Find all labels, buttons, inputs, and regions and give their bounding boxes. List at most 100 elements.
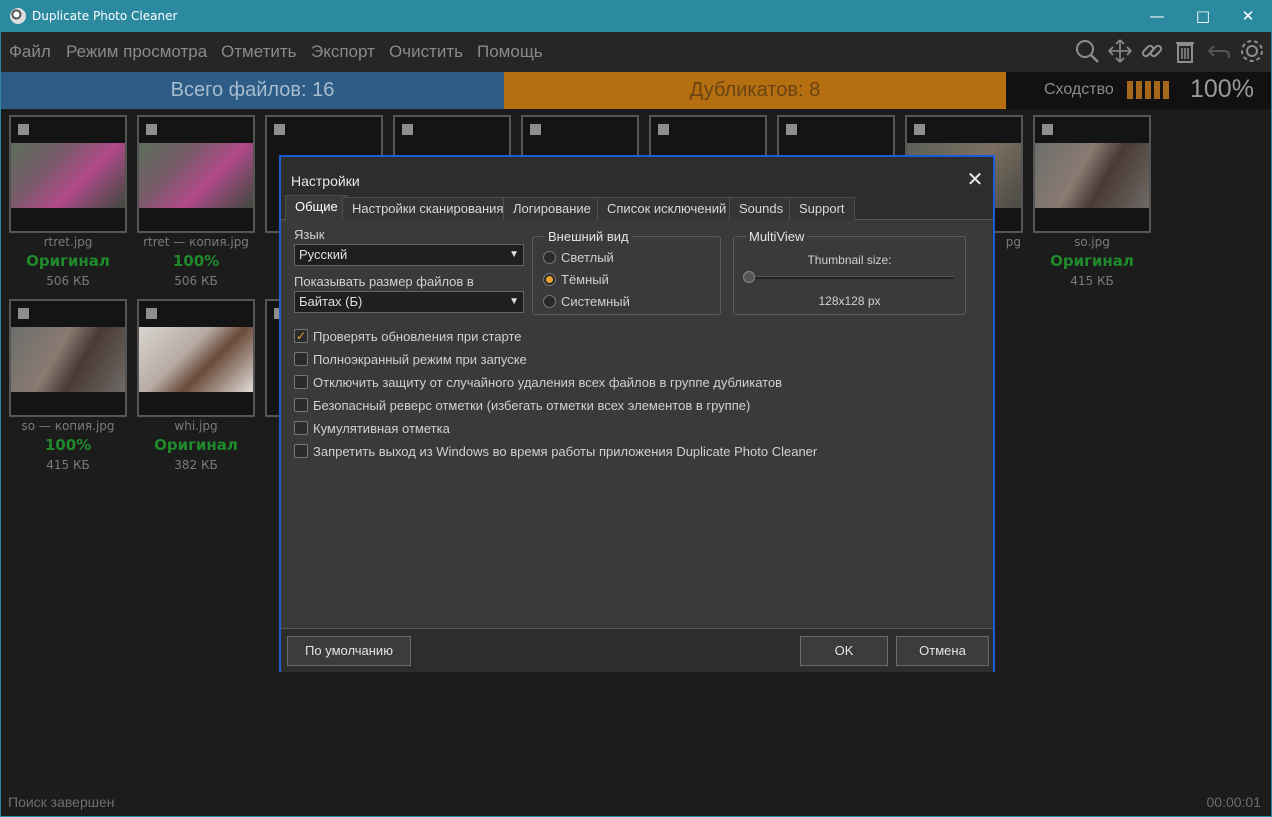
thumbnail-name: whi.jpg [174, 419, 218, 433]
close-icon[interactable]: ✕ [963, 168, 987, 192]
thumbnail-name: so.jpg [1074, 235, 1110, 249]
thumbnail-checkbox[interactable] [530, 124, 541, 135]
move-icon[interactable] [1106, 38, 1134, 66]
status-text: Поиск завершен [8, 794, 115, 810]
app-window: Duplicate Photo Cleaner — □ ✕ Файл Режим… [0, 0, 1272, 817]
search-icon[interactable] [1073, 38, 1101, 66]
tab-logging[interactable]: Логирование [503, 197, 601, 220]
size-unit-select[interactable]: Байтах (Б) ▼ [294, 291, 524, 313]
cumulative-mark-checkbox[interactable] [294, 421, 308, 435]
thumbnail-status: 100% [172, 252, 220, 270]
close-window-button[interactable]: ✕ [1225, 1, 1271, 32]
fullscreen-label: Полноэкранный режим при запуске [313, 352, 527, 367]
gear-icon[interactable] [1238, 38, 1266, 66]
thumbnail-image [1035, 143, 1149, 208]
window-title: Duplicate Photo Cleaner [32, 9, 178, 23]
menu-file[interactable]: Файл [9, 42, 51, 62]
similarity-label: Сходство [1044, 81, 1114, 98]
disable-protection-checkbox[interactable] [294, 375, 308, 389]
thumbnail[interactable] [137, 299, 255, 417]
fullscreen-checkbox[interactable] [294, 352, 308, 366]
tab-sounds[interactable]: Sounds [729, 197, 794, 220]
radio-light[interactable] [543, 251, 556, 264]
block-logoff-label: Запретить выход из Windows во время рабо… [313, 444, 818, 459]
link-icon[interactable] [1138, 38, 1166, 66]
chevron-down-icon: ▼ [509, 296, 519, 307]
thumbnail-size: 506 КБ [46, 274, 90, 288]
thumb-size-label: Thumbnail size: [807, 253, 892, 267]
thumbnail[interactable] [137, 115, 255, 233]
safe-reverse-label: Безопасный реверс отметки (избегать отме… [313, 398, 751, 413]
thumbnail-checkbox[interactable] [402, 124, 413, 135]
radio-dark[interactable] [543, 273, 556, 286]
multiview-title: MultiView [746, 229, 808, 244]
thumbnail-checkbox[interactable] [274, 124, 285, 135]
thumb-size-value: 128x128 px [818, 294, 881, 308]
dialog-header: Настройки ✕ [281, 157, 993, 195]
menu-export[interactable]: Экспорт [311, 42, 375, 62]
thumb-size-slider[interactable] [744, 276, 954, 279]
menu-help[interactable]: Помощь [477, 42, 543, 62]
thumbnail[interactable] [1033, 115, 1151, 233]
appearance-title: Внешний вид [545, 229, 632, 244]
thumbnail-checkbox[interactable] [658, 124, 669, 135]
thumbnail[interactable] [9, 115, 127, 233]
tab-support[interactable]: Support [789, 197, 855, 220]
maximize-button[interactable]: □ [1180, 1, 1226, 32]
thumbnail-checkbox[interactable] [1042, 124, 1053, 135]
cancel-button[interactable]: Отмена [896, 636, 989, 666]
check-updates-checkbox[interactable]: ✓ [294, 329, 308, 343]
similarity-value: 100% [1190, 75, 1254, 103]
thumbnail-image [11, 143, 125, 208]
thumbnail-checkbox[interactable] [786, 124, 797, 135]
dialog-footer: По умолчанию OK Отмена [281, 628, 993, 672]
thumbnail-name: rtret — копия.jpg [143, 235, 249, 249]
appearance-group: Внешний вид Светлый Тёмный Системный [532, 229, 721, 315]
defaults-button[interactable]: По умолчанию [287, 636, 411, 666]
menu-mark[interactable]: Отметить [221, 42, 297, 62]
thumbnail-checkbox[interactable] [146, 124, 157, 135]
tab-scan-settings[interactable]: Настройки сканирования [342, 197, 514, 220]
radio-system[interactable] [543, 295, 556, 308]
safe-reverse-checkbox[interactable] [294, 398, 308, 412]
thumbnail-name: so — копия.jpg [21, 419, 115, 433]
tab-exclusions[interactable]: Список исключений [597, 197, 737, 220]
trash-icon[interactable] [1171, 38, 1199, 66]
language-select[interactable]: Русский ▼ [294, 244, 524, 266]
thumbnail-image [139, 327, 253, 392]
thumbnail-size: 415 КБ [1070, 274, 1114, 288]
settings-dialog: Настройки ✕ Общие Настройки сканирования… [279, 155, 995, 672]
check-updates-label: Проверять обновления при старте [313, 329, 522, 344]
ok-button[interactable]: OK [800, 636, 888, 666]
thumbnail-size: 382 КБ [174, 458, 218, 472]
thumbnail-checkbox[interactable] [18, 308, 29, 319]
minimize-button[interactable]: — [1134, 1, 1180, 32]
cumulative-mark-label: Кумулятивная отметка [313, 421, 450, 436]
thumbnail-checkbox[interactable] [18, 124, 29, 135]
thumbnail-size: 415 КБ [46, 458, 90, 472]
menu-clean[interactable]: Очистить [389, 42, 463, 62]
thumb-size-slider-handle[interactable] [743, 271, 755, 283]
tab-general[interactable]: Общие [285, 195, 348, 221]
radio-light-label: Светлый [561, 250, 614, 265]
menu-view-mode[interactable]: Режим просмотра [66, 42, 207, 62]
similarity-bars [1127, 81, 1172, 99]
thumbnail-status: Оригинал [1050, 252, 1134, 270]
thumbnail-name: rtret.jpg [43, 235, 93, 249]
thumbnail-checkbox[interactable] [146, 308, 157, 319]
size-unit-select-value: Байтах (Б) [299, 294, 363, 309]
total-files-banner: Всего файлов: 16 [1, 72, 504, 109]
undo-icon[interactable] [1205, 38, 1233, 66]
thumbnail-status: 100% [44, 436, 92, 454]
size-unit-label: Показывать размер файлов в [294, 274, 474, 289]
thumbnail-status: Оригинал [154, 436, 238, 454]
thumbnail-checkbox[interactable] [914, 124, 925, 135]
thumbnail-size: 506 КБ [174, 274, 218, 288]
thumbnail[interactable] [9, 299, 127, 417]
chevron-down-icon: ▼ [509, 249, 519, 260]
similarity-panel: Сходство 100% [1006, 72, 1271, 109]
thumbnail-image [11, 327, 125, 392]
radio-system-label: Системный [561, 294, 630, 309]
block-logoff-checkbox[interactable] [294, 444, 308, 458]
language-label: Язык [294, 227, 325, 242]
